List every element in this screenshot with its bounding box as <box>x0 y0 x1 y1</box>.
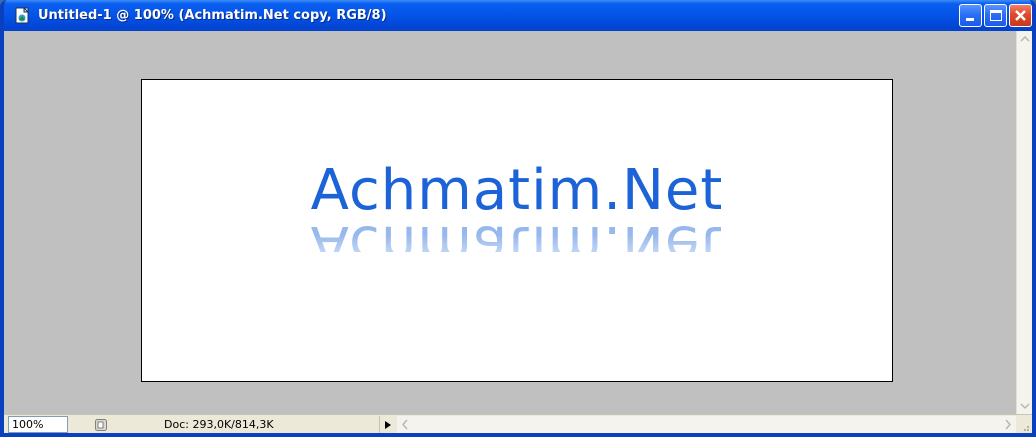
vertical-scrollbar[interactable] <box>1016 31 1032 414</box>
chevron-up-icon <box>1020 35 1030 42</box>
title-bar[interactable]: Untitled-1 @ 100% (Achmatim.Net copy, RG… <box>4 0 1032 31</box>
horizontal-scrollbar[interactable] <box>397 416 1016 433</box>
document-size-info: Doc: 293,0K/814,3K <box>164 418 274 431</box>
maximize-button[interactable] <box>984 4 1007 27</box>
scroll-down-button[interactable] <box>1017 398 1032 414</box>
window-title: Untitled-1 @ 100% (Achmatim.Net copy, RG… <box>38 8 387 23</box>
status-bar: 100% Doc: 293,0K/814,3K <box>4 414 1032 433</box>
zoom-field[interactable]: 100% <box>8 416 68 433</box>
scroll-right-button[interactable] <box>999 416 1016 433</box>
status-menu-button[interactable] <box>379 416 395 433</box>
window-controls <box>959 4 1032 27</box>
close-icon <box>1015 10 1026 21</box>
document-status-icon <box>95 418 107 431</box>
resize-grip-icon[interactable] <box>1016 416 1032 433</box>
chevron-left-icon <box>401 419 408 430</box>
status-icon-button[interactable] <box>90 416 112 433</box>
maximize-icon <box>990 10 1002 21</box>
chevron-down-icon <box>1020 403 1030 410</box>
logo-text: Achmatim.Net <box>310 158 724 223</box>
scroll-left-button[interactable] <box>397 416 414 433</box>
photoshop-document-icon[interactable] <box>14 6 32 25</box>
minimize-button[interactable] <box>959 4 982 27</box>
minimize-icon <box>966 18 974 21</box>
close-button[interactable] <box>1009 4 1032 27</box>
workspace-canvas-area[interactable]: Achmatim.Net Achmatim.Net <box>4 31 1016 414</box>
logo-text-layer: Achmatim.Net <box>142 158 892 224</box>
document-canvas[interactable]: Achmatim.Net Achmatim.Net <box>141 79 893 382</box>
triangle-right-icon <box>384 420 391 429</box>
chevron-right-icon <box>1005 419 1012 430</box>
scroll-up-button[interactable] <box>1017 31 1032 47</box>
photoshop-document-window: Untitled-1 @ 100% (Achmatim.Net copy, RG… <box>0 0 1036 437</box>
